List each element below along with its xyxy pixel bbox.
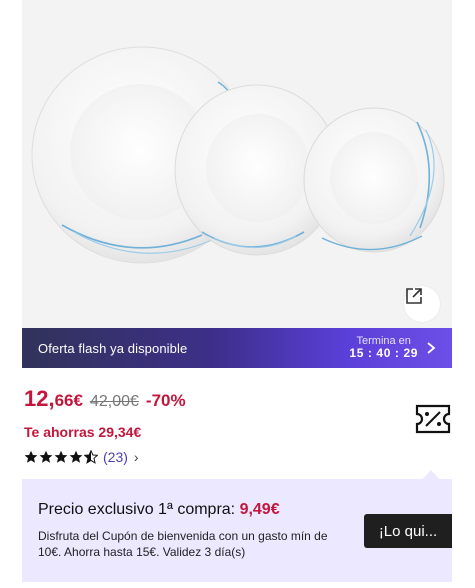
countdown: Termina en 15 : 40 : 29: [349, 335, 418, 361]
chevron-right-icon: [427, 342, 436, 354]
chevron-right-icon: ›: [133, 449, 139, 465]
discount-badge: -70%: [145, 391, 186, 410]
promo-description: Disfruta del Cupón de bienvenida con un …: [38, 529, 328, 559]
original-price: 42,00€: [89, 393, 139, 410]
coupon-icon[interactable]: [414, 403, 452, 435]
promo-price: 9,49€: [239, 501, 280, 518]
flash-offer-bar[interactable]: Oferta flash ya disponible Termina en 15…: [22, 328, 452, 368]
countdown-timer: 15 : 40 : 29: [349, 346, 418, 361]
star-icon: [69, 450, 83, 463]
star-rating: [24, 450, 98, 464]
current-price-integer: 12,: [24, 386, 55, 411]
share-button[interactable]: [404, 286, 440, 322]
share-icon: [406, 288, 422, 304]
star-icon: [39, 450, 53, 463]
star-icon: [54, 450, 68, 463]
current-price-decimal: 66€: [54, 391, 83, 410]
claim-coupon-button[interactable]: ¡Lo qui...: [364, 514, 452, 548]
star-icon: [24, 450, 38, 463]
price-row: 12, 66€ 42,00€ -70%: [24, 386, 186, 412]
product-image[interactable]: [22, 0, 452, 328]
first-purchase-promo: Precio exclusivo 1ª compra: 9,49€ Disfru…: [22, 479, 452, 582]
plates-illustration: [31, 46, 445, 264]
half-star-icon: [84, 450, 98, 464]
promo-title-prefix: Precio exclusivo 1ª compra:: [38, 501, 240, 518]
rating-row[interactable]: (23) ›: [24, 449, 139, 465]
review-count[interactable]: (23): [103, 449, 128, 465]
flash-offer-label: Oferta flash ya disponible: [38, 340, 188, 356]
promo-title: Precio exclusivo 1ª compra: 9,49€: [38, 501, 280, 519]
savings-text: Te ahorras 29,34€: [24, 424, 142, 440]
